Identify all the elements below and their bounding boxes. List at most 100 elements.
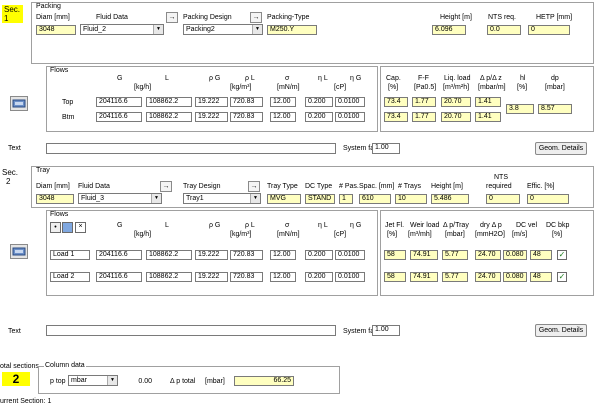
- ptop-label: p top: [50, 378, 66, 385]
- row-label-btm: Btm: [62, 114, 75, 121]
- section2-sec-label: Sec.: [2, 168, 19, 177]
- l-field[interactable]: 108862.2: [146, 272, 192, 282]
- load2-checkbox[interactable]: ✓: [557, 272, 567, 282]
- etal-field[interactable]: 0.200: [305, 250, 333, 260]
- rhol-field[interactable]: 720.83: [230, 97, 263, 107]
- ptotal-unit: [mbar]: [205, 378, 225, 385]
- l-field[interactable]: 108862.2: [146, 112, 192, 122]
- height-label: Height [m]: [440, 14, 472, 21]
- dropdown-arrow-icon[interactable]: ▼: [252, 25, 262, 34]
- text-field[interactable]: [46, 143, 336, 154]
- tray-height-field[interactable]: 5.486: [431, 194, 469, 204]
- rhog-field[interactable]: 19.222: [195, 272, 228, 282]
- arrow-right-icon: →: [168, 14, 176, 21]
- dry-header: dry Δ p: [480, 222, 502, 229]
- nts-req-field[interactable]: 0.0: [487, 25, 521, 35]
- dc-type-field[interactable]: STAND: [305, 194, 335, 204]
- load-label-field[interactable]: Load 1: [50, 250, 90, 260]
- rhog-field[interactable]: 19.222: [195, 250, 228, 260]
- g-field[interactable]: 204116.6: [96, 272, 142, 282]
- spac-field[interactable]: 610: [359, 194, 391, 204]
- dropdown-arrow-icon[interactable]: ▼: [151, 194, 161, 203]
- add-icon[interactable]: •: [50, 222, 61, 233]
- etag-field[interactable]: 0.0100: [335, 97, 365, 107]
- sigma-field[interactable]: 12.00: [270, 250, 296, 260]
- col-cp-header: [cP]: [334, 84, 347, 91]
- fluid-data-arrow-button[interactable]: →: [160, 181, 172, 192]
- packing-design-select[interactable]: Packing2 ▼: [183, 24, 263, 35]
- height-field[interactable]: 6.096: [432, 25, 466, 35]
- etal-field[interactable]: 0.200: [305, 112, 333, 122]
- fluid-data-arrow-button[interactable]: →: [166, 12, 178, 23]
- effic-field[interactable]: 0: [527, 194, 569, 204]
- rhog-field[interactable]: 19.222: [195, 112, 228, 122]
- diam-field[interactable]: 3048: [36, 194, 74, 204]
- system-factor-field[interactable]: 1.00: [372, 325, 400, 336]
- dcbkp-header: DC bkp: [546, 222, 570, 229]
- etal-field[interactable]: 0.200: [305, 272, 333, 282]
- delete-icon[interactable]: ×: [75, 222, 86, 233]
- rhol-field[interactable]: 720.83: [230, 250, 263, 260]
- sigma-field[interactable]: 12.00: [270, 97, 296, 107]
- tray-design-value: Tray1: [186, 195, 204, 202]
- tray-design-arrow-button[interactable]: →: [248, 181, 260, 192]
- fluid-data-select[interactable]: Fluid_2 ▼: [80, 24, 164, 35]
- ptop-unit-select[interactable]: mbar ▼: [68, 375, 118, 386]
- g-field[interactable]: 204116.6: [96, 112, 142, 122]
- etag-field[interactable]: 0.0100: [335, 250, 365, 260]
- liq-field: 20.70: [441, 112, 471, 122]
- system-factor-field[interactable]: 1.00: [372, 143, 400, 154]
- l-field[interactable]: 108862.2: [146, 97, 192, 107]
- rhol-field[interactable]: 720.83: [230, 112, 263, 122]
- dptray-unit: [mbar]: [445, 231, 465, 238]
- cap-field: 73.4: [384, 112, 408, 122]
- rhol-field[interactable]: 720.83: [230, 272, 263, 282]
- dropdown-arrow-icon[interactable]: ▼: [107, 376, 117, 385]
- geom-details-button[interactable]: Geom. Details: [535, 142, 587, 155]
- ptop-value: 0.00: [138, 378, 152, 385]
- tray-type-label: Tray Type: [267, 183, 298, 190]
- load-label-field[interactable]: Load 2: [50, 272, 90, 282]
- hetp-field[interactable]: 0: [528, 25, 570, 35]
- fluid-data-value: Fluid_2: [83, 26, 106, 33]
- col-etag-header: η G: [350, 75, 362, 82]
- hl-header: hl: [520, 75, 526, 82]
- l-field[interactable]: 108862.2: [146, 250, 192, 260]
- column-icon-button[interactable]: [10, 96, 28, 111]
- column-icon-button[interactable]: [10, 244, 28, 259]
- sigma-field[interactable]: 12.00: [270, 272, 296, 282]
- tray-design-label: Tray Design: [183, 183, 221, 190]
- load1-checkbox[interactable]: ✓: [557, 250, 567, 260]
- etag-field[interactable]: 0.0100: [335, 112, 365, 122]
- col-mnm-header: [mN/m]: [277, 84, 300, 91]
- fluid-data-select[interactable]: Fluid_3 ▼: [78, 193, 162, 204]
- rhog-field[interactable]: 19.222: [195, 97, 228, 107]
- col-kgm3-header: [kg/m³]: [230, 84, 252, 91]
- weir-unit: [m³/mh]: [408, 231, 432, 238]
- tray-type-field[interactable]: MVG: [267, 194, 301, 204]
- dropdown-arrow-icon[interactable]: ▼: [153, 25, 163, 34]
- text-label: Text: [8, 328, 21, 335]
- sigma-field[interactable]: 12.00: [270, 112, 296, 122]
- nts-required-field[interactable]: 0: [486, 194, 520, 204]
- tray-design-select[interactable]: Tray1 ▼: [183, 193, 261, 204]
- g-field[interactable]: 204116.6: [96, 250, 142, 260]
- diam-field[interactable]: 3048: [36, 25, 76, 35]
- packing-type-field[interactable]: M250.Y: [267, 25, 317, 35]
- dropdown-arrow-icon[interactable]: ▼: [250, 194, 260, 203]
- dpz-unit: [mbar/m]: [478, 84, 506, 91]
- packing-design-arrow-button[interactable]: →: [250, 12, 262, 23]
- ff-header: F-F: [418, 75, 429, 82]
- grid-icon[interactable]: [62, 222, 73, 233]
- pas-label: # Pas.: [339, 183, 359, 190]
- etag-field[interactable]: 0.0100: [335, 272, 365, 282]
- trays-field[interactable]: 10: [395, 194, 427, 204]
- pas-field[interactable]: 1: [339, 194, 353, 204]
- text-field[interactable]: [46, 325, 336, 336]
- geom-details-button[interactable]: Geom. Details: [535, 324, 587, 337]
- etal-field[interactable]: 0.200: [305, 97, 333, 107]
- fluid-data-label: Fluid Data: [96, 14, 128, 21]
- jetfl-field: 58: [384, 272, 406, 282]
- arrow-right-icon: →: [250, 183, 258, 190]
- g-field[interactable]: 204116.6: [96, 97, 142, 107]
